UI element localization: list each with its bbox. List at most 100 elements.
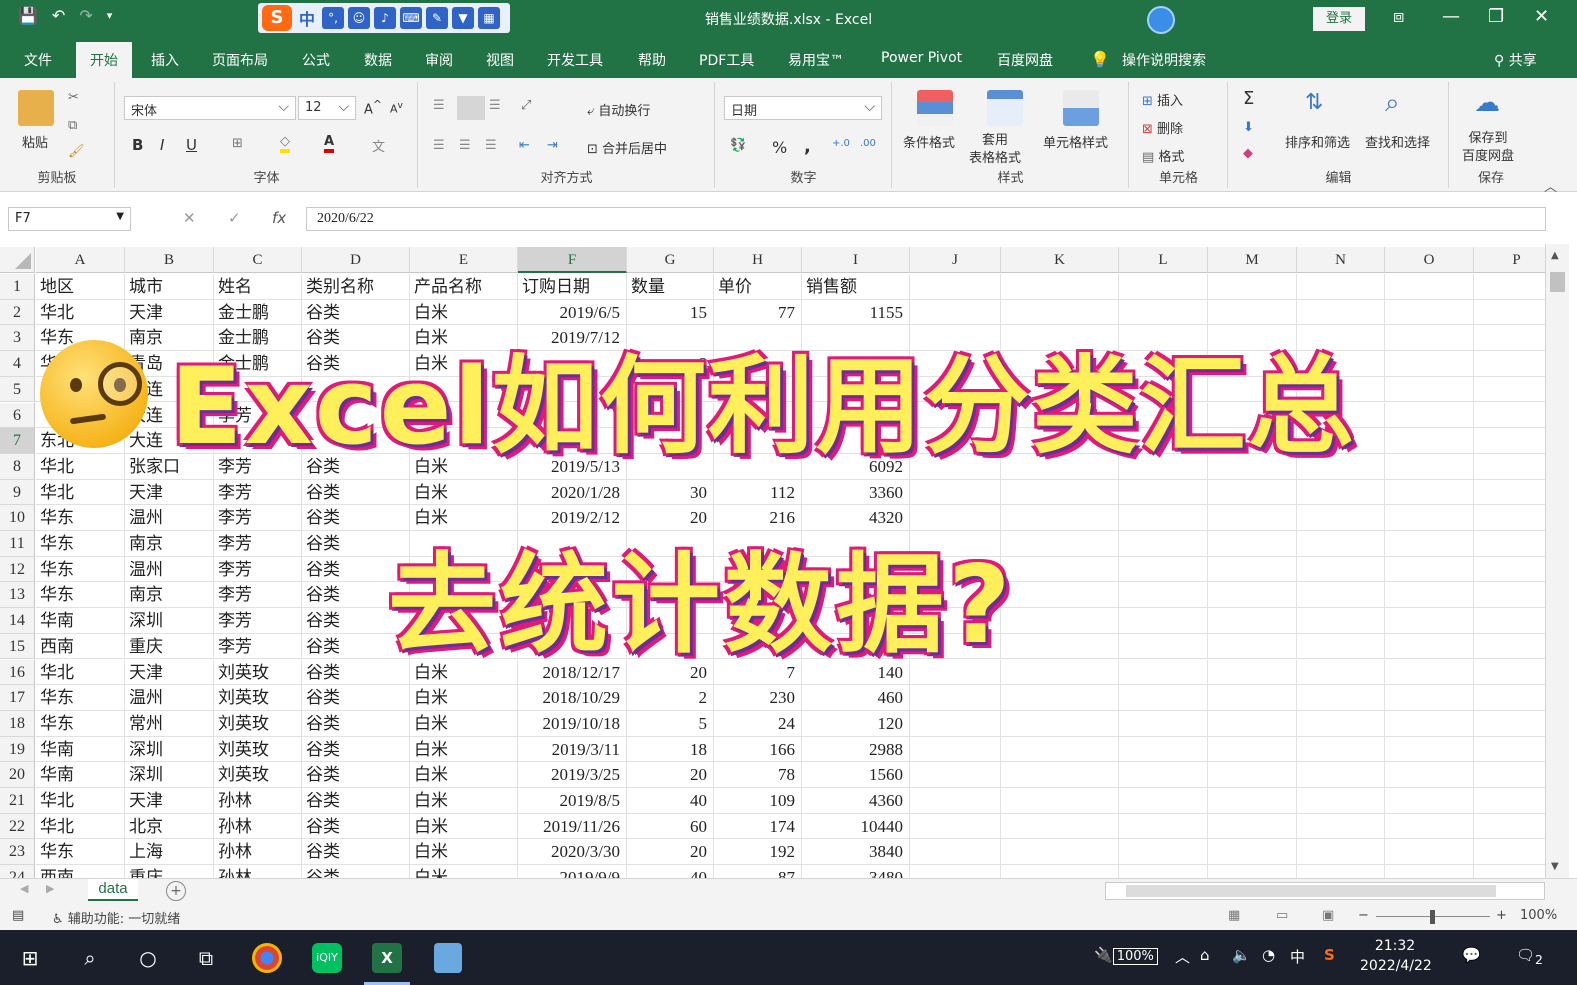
cell-O11[interactable] — [1385, 531, 1474, 557]
cell-E18[interactable]: 白米 — [410, 710, 518, 737]
row-header-19[interactable]: 19 — [0, 736, 35, 763]
align-bottom-icon[interactable]: ☰ — [489, 98, 501, 113]
column-header-A[interactable]: A — [36, 247, 125, 273]
cell-K12[interactable] — [1001, 556, 1119, 583]
sheet-prev-icon[interactable]: ◀ — [20, 882, 28, 895]
cell-O16[interactable] — [1385, 659, 1474, 686]
cell-A21[interactable]: 华北 — [36, 788, 125, 814]
tab-baidu-netdisk[interactable]: 百度网盘 — [997, 50, 1053, 70]
cell-styles-icon[interactable] — [1063, 90, 1099, 126]
cell-K16[interactable] — [1001, 659, 1119, 686]
cell-B12[interactable]: 温州 — [125, 556, 214, 583]
cell-M12[interactable] — [1208, 556, 1297, 583]
cell-N10[interactable] — [1297, 505, 1385, 531]
cell-K14[interactable] — [1001, 608, 1119, 634]
row-header-3[interactable]: 3 — [0, 325, 35, 352]
cell-K15[interactable] — [1001, 633, 1119, 660]
format-as-table-icon[interactable] — [987, 90, 1023, 126]
row-header-10[interactable]: 10 — [0, 505, 35, 531]
zoom-in-icon[interactable]: + — [1496, 908, 1507, 923]
copy-icon[interactable]: ⧉ — [68, 118, 77, 133]
cell-B1[interactable]: 城市 — [125, 274, 214, 300]
cell-C24[interactable]: 孙林 — [214, 865, 302, 878]
tell-me-search[interactable]: 操作说明搜索 — [1122, 50, 1206, 70]
cell-C12[interactable]: 李芳 — [214, 556, 302, 583]
cell-F1[interactable]: 订购日期 — [518, 274, 627, 300]
delete-cells-button[interactable]: ⊠ 删除 — [1142, 118, 1183, 137]
tab-data[interactable]: 数据 — [364, 50, 392, 70]
cell-H1[interactable]: 单价 — [714, 274, 802, 300]
cell-I20[interactable]: 1560 — [802, 762, 910, 788]
orientation-icon[interactable]: ⤢ — [521, 98, 531, 113]
row-header-20[interactable]: 20 — [0, 762, 35, 788]
cell-B22[interactable]: 北京 — [125, 813, 214, 840]
cell-I21[interactable]: 4360 — [802, 788, 910, 814]
cell-J22[interactable] — [910, 813, 1001, 840]
cell-C16[interactable]: 刘英玫 — [214, 659, 302, 686]
cell-A18[interactable]: 华东 — [36, 710, 125, 737]
cell-C23[interactable]: 孙林 — [214, 839, 302, 866]
cell-F18[interactable]: 2019/10/18 — [518, 710, 627, 737]
cell-F23[interactable]: 2020/3/30 — [518, 839, 627, 866]
cell-D9[interactable]: 谷类 — [302, 479, 410, 506]
cell-J24[interactable] — [910, 865, 1001, 878]
vertical-scrollbar[interactable]: ▲ ▼ — [1545, 244, 1569, 878]
cell-A17[interactable]: 华东 — [36, 685, 125, 711]
row-header-2[interactable]: 2 — [0, 299, 35, 326]
align-left-icon[interactable]: ☰ — [433, 138, 445, 153]
iqiyi-icon[interactable]: iQIY — [312, 943, 342, 973]
zoom-level[interactable]: 100% — [1520, 908, 1557, 923]
cell-C17[interactable]: 刘英玫 — [214, 685, 302, 711]
normal-view-icon[interactable]: ▦ — [1228, 908, 1240, 923]
notepad-icon[interactable] — [434, 943, 462, 973]
cell-H23[interactable]: 192 — [714, 839, 802, 866]
cell-K22[interactable] — [1001, 813, 1119, 840]
cell-D1[interactable]: 类别名称 — [302, 274, 410, 300]
cell-H21[interactable]: 109 — [714, 788, 802, 814]
cell-P16[interactable] — [1474, 660, 1545, 686]
cell-A16[interactable]: 华北 — [36, 659, 125, 686]
cell-P18[interactable] — [1474, 711, 1545, 737]
comma-button[interactable]: , — [804, 136, 811, 157]
row-header-12[interactable]: 12 — [0, 556, 35, 583]
cell-A19[interactable]: 华南 — [36, 736, 125, 763]
cell-D22[interactable]: 谷类 — [302, 813, 410, 840]
formula-input[interactable]: 2020/6/22 — [306, 207, 1546, 231]
cell-M20[interactable] — [1208, 762, 1297, 788]
bold-button[interactable]: B — [132, 136, 143, 154]
cell-C11[interactable]: 李芳 — [214, 531, 302, 557]
cell-K11[interactable] — [1001, 531, 1119, 557]
page-break-view-icon[interactable]: ▣ — [1322, 908, 1334, 923]
cell-C19[interactable]: 刘英玫 — [214, 736, 302, 763]
cell-B18[interactable]: 常州 — [125, 710, 214, 737]
cell-G20[interactable]: 20 — [627, 762, 714, 788]
cell-A11[interactable]: 华东 — [36, 531, 125, 557]
merge-center-button[interactable]: ⊡ 合并后居中 — [587, 138, 667, 157]
row-header-11[interactable]: 11 — [0, 531, 35, 557]
cell-I19[interactable]: 2988 — [802, 736, 910, 763]
cell-C1[interactable]: 姓名 — [214, 274, 302, 300]
row-header-15[interactable]: 15 — [0, 633, 35, 660]
fill-color-icon[interactable]: ◇ — [280, 134, 290, 153]
cell-M15[interactable] — [1208, 633, 1297, 660]
find-select-button[interactable]: 查找和选择 — [1365, 132, 1430, 151]
column-header-N[interactable]: N — [1297, 247, 1385, 273]
cell-G24[interactable]: 40 — [627, 865, 714, 878]
cell-E21[interactable]: 白米 — [410, 788, 518, 814]
cell-J9[interactable] — [910, 479, 1001, 506]
cell-L16[interactable] — [1119, 659, 1208, 686]
cell-O9[interactable] — [1385, 479, 1474, 506]
cell-O3[interactable] — [1385, 325, 1474, 352]
cell-G21[interactable]: 40 — [627, 788, 714, 814]
cell-P20[interactable] — [1474, 762, 1545, 788]
fill-icon[interactable]: ⬇ — [1243, 120, 1254, 135]
sort-filter-icon[interactable]: ⇅ — [1305, 90, 1323, 115]
row-header-8[interactable]: 8 — [0, 453, 35, 480]
cell-M23[interactable] — [1208, 839, 1297, 866]
cell-J1[interactable] — [910, 274, 1001, 300]
cell-styles-button[interactable]: 单元格样式 — [1043, 132, 1108, 151]
format-cells-button[interactable]: ▤ 格式 — [1142, 146, 1184, 165]
row-header-18[interactable]: 18 — [0, 710, 35, 737]
cell-P2[interactable] — [1474, 300, 1545, 326]
cell-L20[interactable] — [1119, 762, 1208, 788]
